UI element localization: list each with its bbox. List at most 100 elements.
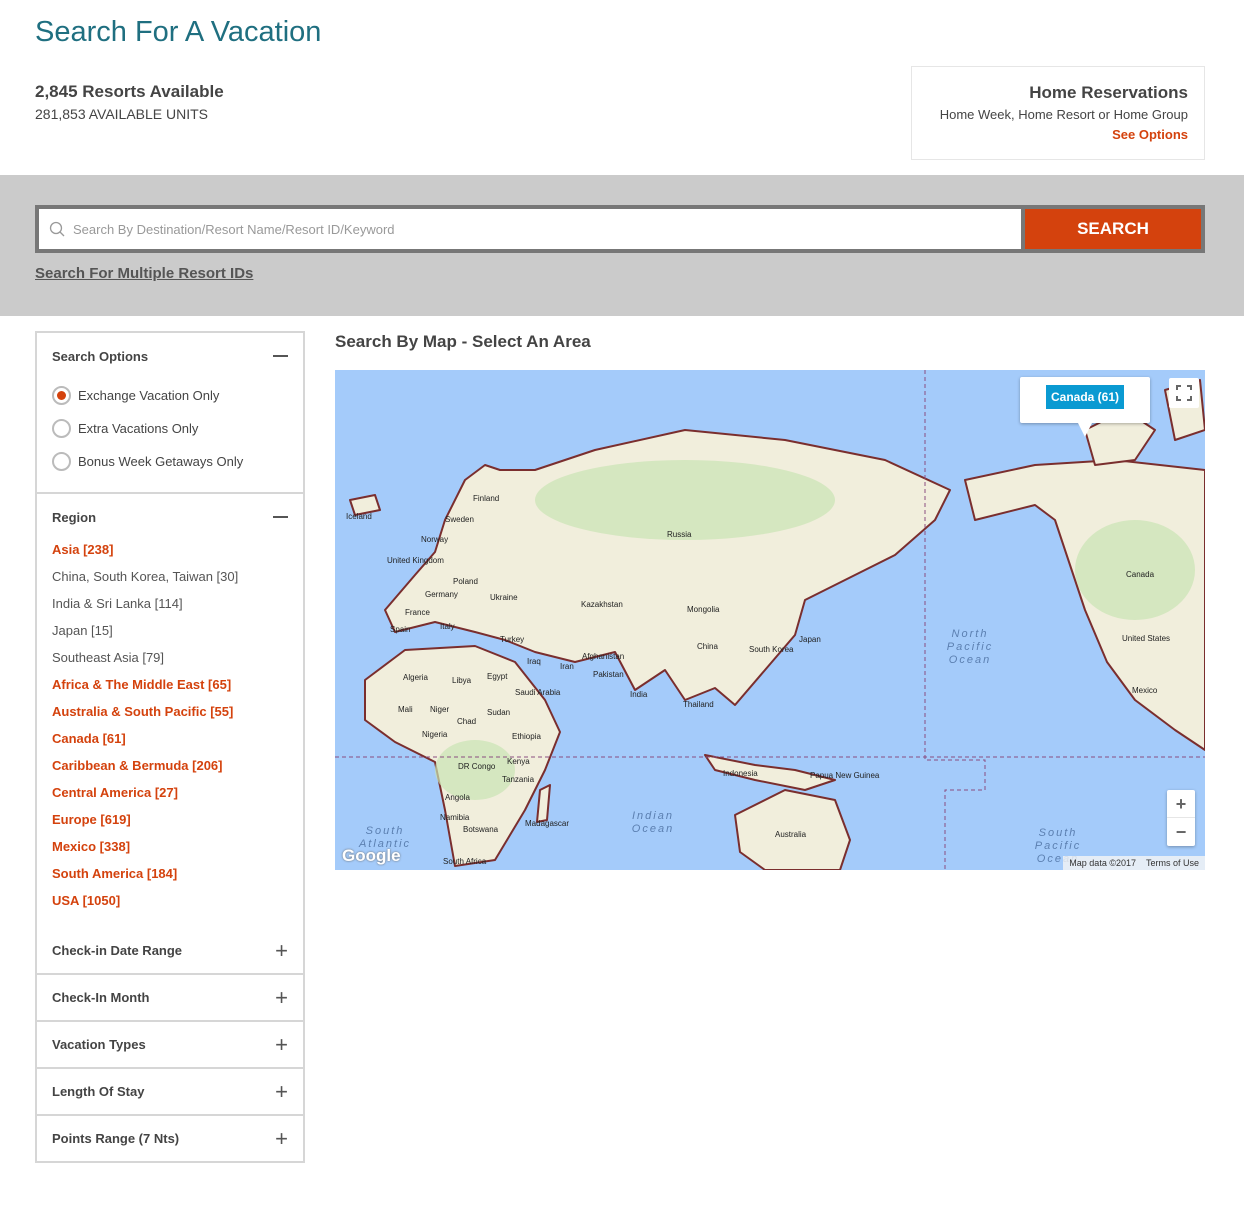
section-header[interactable]: Check-In Month + (37, 975, 303, 1020)
search-options-header[interactable]: Search Options (37, 333, 303, 379)
expand-icon[interactable]: + (275, 985, 288, 1011)
section-header[interactable]: Vacation Types + (37, 1022, 303, 1067)
world-map[interactable]: Iceland Finland Sweden Norway United Kingdom… (335, 370, 1205, 870)
radio-label: Extra Vacations Only (78, 421, 199, 436)
expand-icon[interactable]: + (275, 938, 288, 964)
collapsed-section: Vacation Types + (37, 1020, 303, 1067)
fullscreen-icon (1176, 385, 1192, 401)
availability-stats: 2,845 Resorts Available 281,853 AVAILABL… (35, 82, 224, 122)
map-label: Pakistan (593, 670, 624, 679)
region-item[interactable]: Southeast Asia [79] (37, 644, 303, 671)
region-item[interactable]: Caribbean & Bermuda [206] (37, 752, 303, 779)
map-label: India (630, 690, 648, 699)
section-title: Check-in Date Range (52, 943, 183, 958)
region-item[interactable]: India & Sri Lanka [114] (37, 590, 303, 617)
collapse-icon[interactable] (273, 355, 288, 357)
map-label: Madagascar (525, 819, 570, 828)
zoom-in-button[interactable]: + (1167, 790, 1195, 818)
region-item[interactable]: Japan [15] (37, 617, 303, 644)
search-field[interactable] (39, 209, 1021, 249)
search-icon (49, 221, 65, 237)
terms-link[interactable]: Terms of Use (1146, 858, 1199, 868)
map-label: Iran (560, 662, 574, 671)
map-label: France (405, 608, 430, 617)
zoom-out-button[interactable]: − (1167, 818, 1195, 846)
region-item[interactable]: China, South Korea, Taiwan [30] (37, 563, 303, 590)
section-header[interactable]: Points Range (7 Nts) + (37, 1116, 303, 1161)
radio-icon[interactable] (52, 452, 71, 471)
region-item[interactable]: South America [184] (37, 860, 303, 887)
map-data-text: Map data ©2017 (1069, 858, 1136, 868)
popup-region-tag[interactable]: Canada (61) (1046, 385, 1125, 409)
region-item[interactable]: Canada [61] (37, 725, 303, 752)
region-item[interactable]: Europe [619] (37, 806, 303, 833)
region-header[interactable]: Region (37, 494, 303, 540)
map-label: United States (1122, 634, 1171, 643)
section-header[interactable]: Length Of Stay + (37, 1069, 303, 1114)
map-label: Australia (775, 830, 807, 839)
search-input[interactable] (73, 221, 973, 237)
expand-icon[interactable]: + (275, 1079, 288, 1105)
radio-option[interactable]: Bonus Week Getaways Only (37, 445, 303, 478)
region-item[interactable]: Central America [27] (37, 779, 303, 806)
map-label: Finland (473, 494, 500, 503)
map-label: Sudan (487, 708, 511, 717)
search-options-section: Search Options Exchange Vacation Only Ext… (37, 333, 303, 492)
search-band: SEARCH Search For Multiple Resort IDs (0, 175, 1244, 316)
map-label: Mali (398, 705, 413, 714)
region-section: Region Asia [238] China, South Korea, Tai… (37, 492, 303, 928)
map-label: United Kingdom (387, 556, 444, 565)
expand-icon[interactable]: + (275, 1126, 288, 1152)
map-label: Iceland (346, 512, 372, 521)
map-label: Iraq (527, 657, 541, 666)
map-label: Thailand (683, 700, 714, 709)
map-popup: Canada (61) (1020, 377, 1150, 437)
radio-option[interactable]: Extra Vacations Only (37, 412, 303, 445)
radio-icon[interactable] (52, 386, 71, 405)
section-title: Length Of Stay (52, 1084, 145, 1099)
zoom-controls: + − (1167, 790, 1195, 846)
expand-icon[interactable]: + (275, 1032, 288, 1058)
map-label: Afghanistan (582, 652, 625, 661)
map-label: Papua New Guinea (810, 771, 880, 780)
map-label: Italy (440, 622, 455, 631)
map-label: Canada (1126, 570, 1155, 579)
home-reservations-subtitle: Home Week, Home Resort or Home Group (939, 107, 1188, 122)
map-label: Niger (430, 705, 450, 714)
region-item[interactable]: Australia & South Pacific [55] (37, 698, 303, 725)
map-label: Indonesia (723, 769, 758, 778)
section-title: Search Options (52, 348, 149, 364)
map-title: Search By Map - Select An Area (335, 332, 591, 351)
see-options-link[interactable]: See Options (912, 127, 1188, 142)
radio-icon[interactable] (52, 419, 71, 438)
multiple-resort-ids-link[interactable]: Search For Multiple Resort IDs (35, 265, 253, 282)
region-item[interactable]: Africa & The Middle East [65] (37, 671, 303, 698)
region-item[interactable]: USA [1050] (37, 887, 303, 914)
google-logo: Google (342, 846, 401, 865)
map-label: DR Congo (458, 762, 496, 771)
map-label: Germany (425, 590, 458, 599)
ocean-label: Indian Ocean (631, 810, 675, 835)
section-title: Region (52, 509, 97, 525)
region-item[interactable]: Mexico [338] (37, 833, 303, 860)
fullscreen-button[interactable] (1169, 378, 1199, 408)
section-title: Vacation Types (52, 1037, 146, 1052)
region-item[interactable]: Asia [238] (37, 536, 303, 563)
section-header[interactable]: Check-in Date Range + (37, 928, 303, 973)
map-label: Nigeria (422, 730, 448, 739)
resorts-count: 2,845 Resorts Available (35, 82, 224, 101)
map-label: Poland (453, 577, 478, 586)
collapsed-section: Check-in Date Range + (37, 928, 303, 973)
map-label: Turkey (500, 635, 525, 644)
collapsed-section: Check-In Month + (37, 973, 303, 1020)
map-label: Russia (667, 530, 692, 539)
search-button[interactable]: SEARCH (1025, 209, 1201, 249)
collapsed-section: Points Range (7 Nts) + (37, 1114, 303, 1161)
collapse-icon[interactable] (273, 516, 288, 518)
map-label: Mongolia (687, 605, 720, 614)
map-label: China (697, 642, 718, 651)
collapsed-section: Length Of Stay + (37, 1067, 303, 1114)
radio-option[interactable]: Exchange Vacation Only (37, 379, 303, 412)
home-reservations-card: Home Reservations Home Week, Home Resort… (911, 66, 1205, 160)
map-attribution: Map data ©2017 Terms of Use (1063, 856, 1205, 870)
